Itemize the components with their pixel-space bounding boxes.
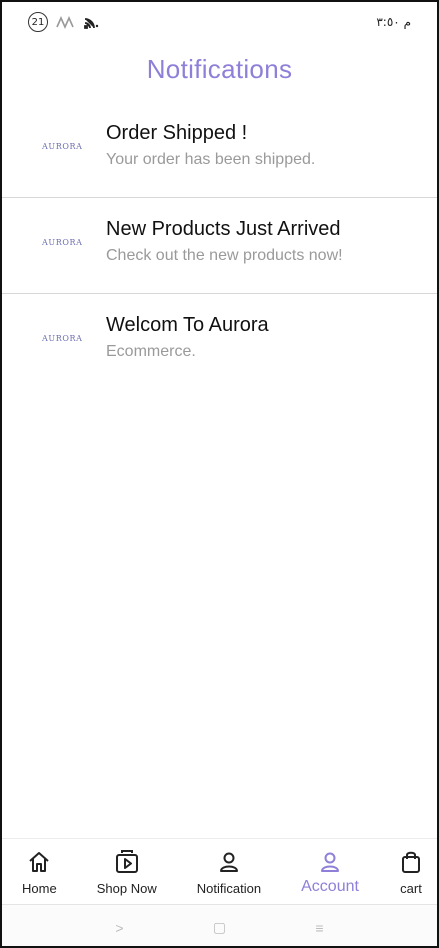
nav-label: Shop Now [96, 881, 157, 896]
notification-count-badge: 21 [28, 12, 48, 32]
notification-item[interactable]: AURORA Order Shipped ! Your order has be… [2, 102, 437, 198]
notification-body: Order Shipped ! Your order has been ship… [106, 120, 437, 172]
notification-subtitle: Ecommerce. [106, 343, 196, 360]
nav-label: Account [301, 878, 359, 895]
user-icon [217, 849, 241, 875]
nav-shop-now[interactable]: Shop Now [97, 839, 157, 904]
activity-icon [56, 15, 76, 29]
notification-body: Welcom To Aurora Ecommerce. [106, 312, 437, 364]
phone-screen: 21 م ٣:٥٠ Notifications AURORA Order Shi… [0, 0, 439, 948]
system-navigation-bar: > ▢ ≡ [2, 904, 437, 946]
recents-button[interactable]: ≡ [310, 920, 330, 936]
bag-icon [399, 849, 423, 875]
page-header: Notifications [2, 54, 437, 85]
aurora-logo: AURORA [42, 238, 83, 247]
notification-title: Order Shipped ! [106, 122, 248, 144]
notification-subtitle: Check out the new products now! [106, 247, 343, 264]
status-left: 21 [28, 12, 100, 32]
notification-title: Welcom To Aurora [106, 314, 269, 336]
aurora-logo: AURORA [42, 334, 83, 343]
nav-label: cart [400, 881, 422, 896]
aurora-logo: AURORA [42, 142, 83, 151]
page-title: Notifications [146, 54, 293, 84]
notification-title: New Products Just Arrived [106, 218, 341, 240]
notification-list: AURORA Order Shipped ! Your order has be… [2, 102, 437, 390]
nav-notification[interactable]: Notification [197, 839, 261, 904]
nav-cart[interactable]: cart [399, 839, 423, 904]
home-button[interactable]: ▢ [210, 919, 230, 936]
nav-home[interactable]: Home [22, 839, 57, 904]
status-time: م ٣:٥٠ [376, 15, 411, 29]
back-button[interactable]: > [110, 920, 130, 936]
user-icon [318, 849, 342, 875]
bottom-navigation: Home Shop Now Notification Account cart [2, 838, 437, 904]
nav-label: Notification [196, 881, 262, 896]
nav-label: Home [22, 881, 57, 896]
wifi-signal-icon [84, 15, 100, 29]
home-icon [27, 849, 51, 875]
notification-item[interactable]: AURORA Welcom To Aurora Ecommerce. [2, 294, 437, 390]
nav-account[interactable]: Account [301, 839, 359, 904]
status-bar: 21 م ٣:٥٠ [2, 2, 437, 42]
notification-body: New Products Just Arrived Check out the … [106, 216, 437, 268]
notification-item[interactable]: AURORA New Products Just Arrived Check o… [2, 198, 437, 294]
notification-subtitle: Your order has been shipped. [106, 151, 316, 168]
play-store-icon [114, 849, 140, 875]
